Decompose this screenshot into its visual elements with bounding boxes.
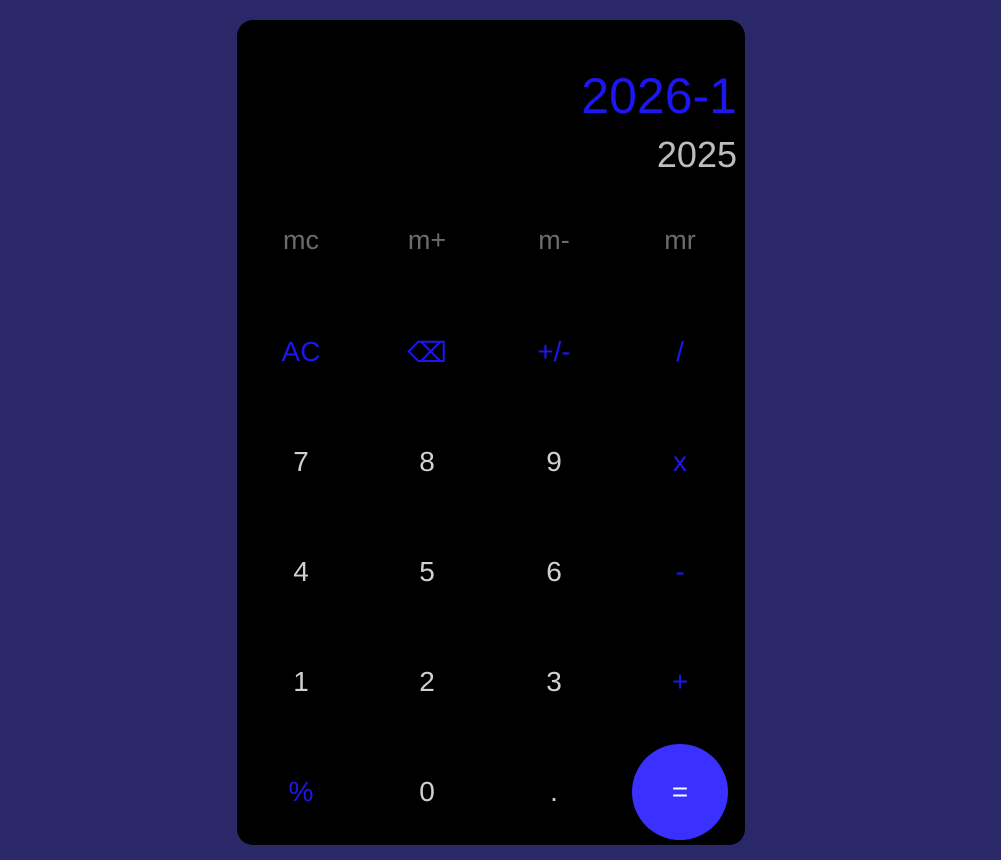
digit-3-button[interactable]: 3 — [491, 627, 617, 737]
multiply-button[interactable]: x — [617, 407, 743, 517]
sign-toggle-button[interactable]: +/- — [491, 297, 617, 407]
digit-2-button[interactable]: 2 — [364, 627, 490, 737]
backspace-icon: ⌫ — [407, 336, 447, 368]
digit-7-button[interactable]: 7 — [238, 407, 364, 517]
memory-recall-button[interactable]: mr — [617, 185, 743, 295]
decimal-button[interactable]: . — [491, 737, 617, 847]
digit-8-button[interactable]: 8 — [364, 407, 490, 517]
digit-0-button[interactable]: 0 — [364, 737, 490, 847]
expression-display: 2026-1 — [581, 68, 737, 124]
equals-button-cell: = — [617, 737, 743, 847]
percent-button[interactable]: % — [238, 737, 364, 847]
digit-5-button[interactable]: 5 — [364, 517, 490, 627]
calculator-panel: 2026-1 2025 mc m+ m- mr AC ⌫ +/- / 7 8 9… — [237, 20, 745, 845]
digit-9-button[interactable]: 9 — [491, 407, 617, 517]
memory-clear-button[interactable]: mc — [238, 185, 364, 295]
digit-4-button[interactable]: 4 — [238, 517, 364, 627]
divide-button[interactable]: / — [617, 297, 743, 407]
memory-add-button[interactable]: m+ — [364, 185, 490, 295]
digit-6-button[interactable]: 6 — [491, 517, 617, 627]
result-display: 2025 — [656, 134, 737, 175]
minus-button[interactable]: - — [617, 517, 743, 627]
equals-button[interactable]: = — [632, 744, 728, 840]
backspace-button[interactable]: ⌫ — [364, 297, 490, 407]
plus-button[interactable]: + — [617, 627, 743, 737]
digit-1-button[interactable]: 1 — [238, 627, 364, 737]
memory-subtract-button[interactable]: m- — [491, 185, 617, 295]
all-clear-button[interactable]: AC — [238, 297, 364, 407]
